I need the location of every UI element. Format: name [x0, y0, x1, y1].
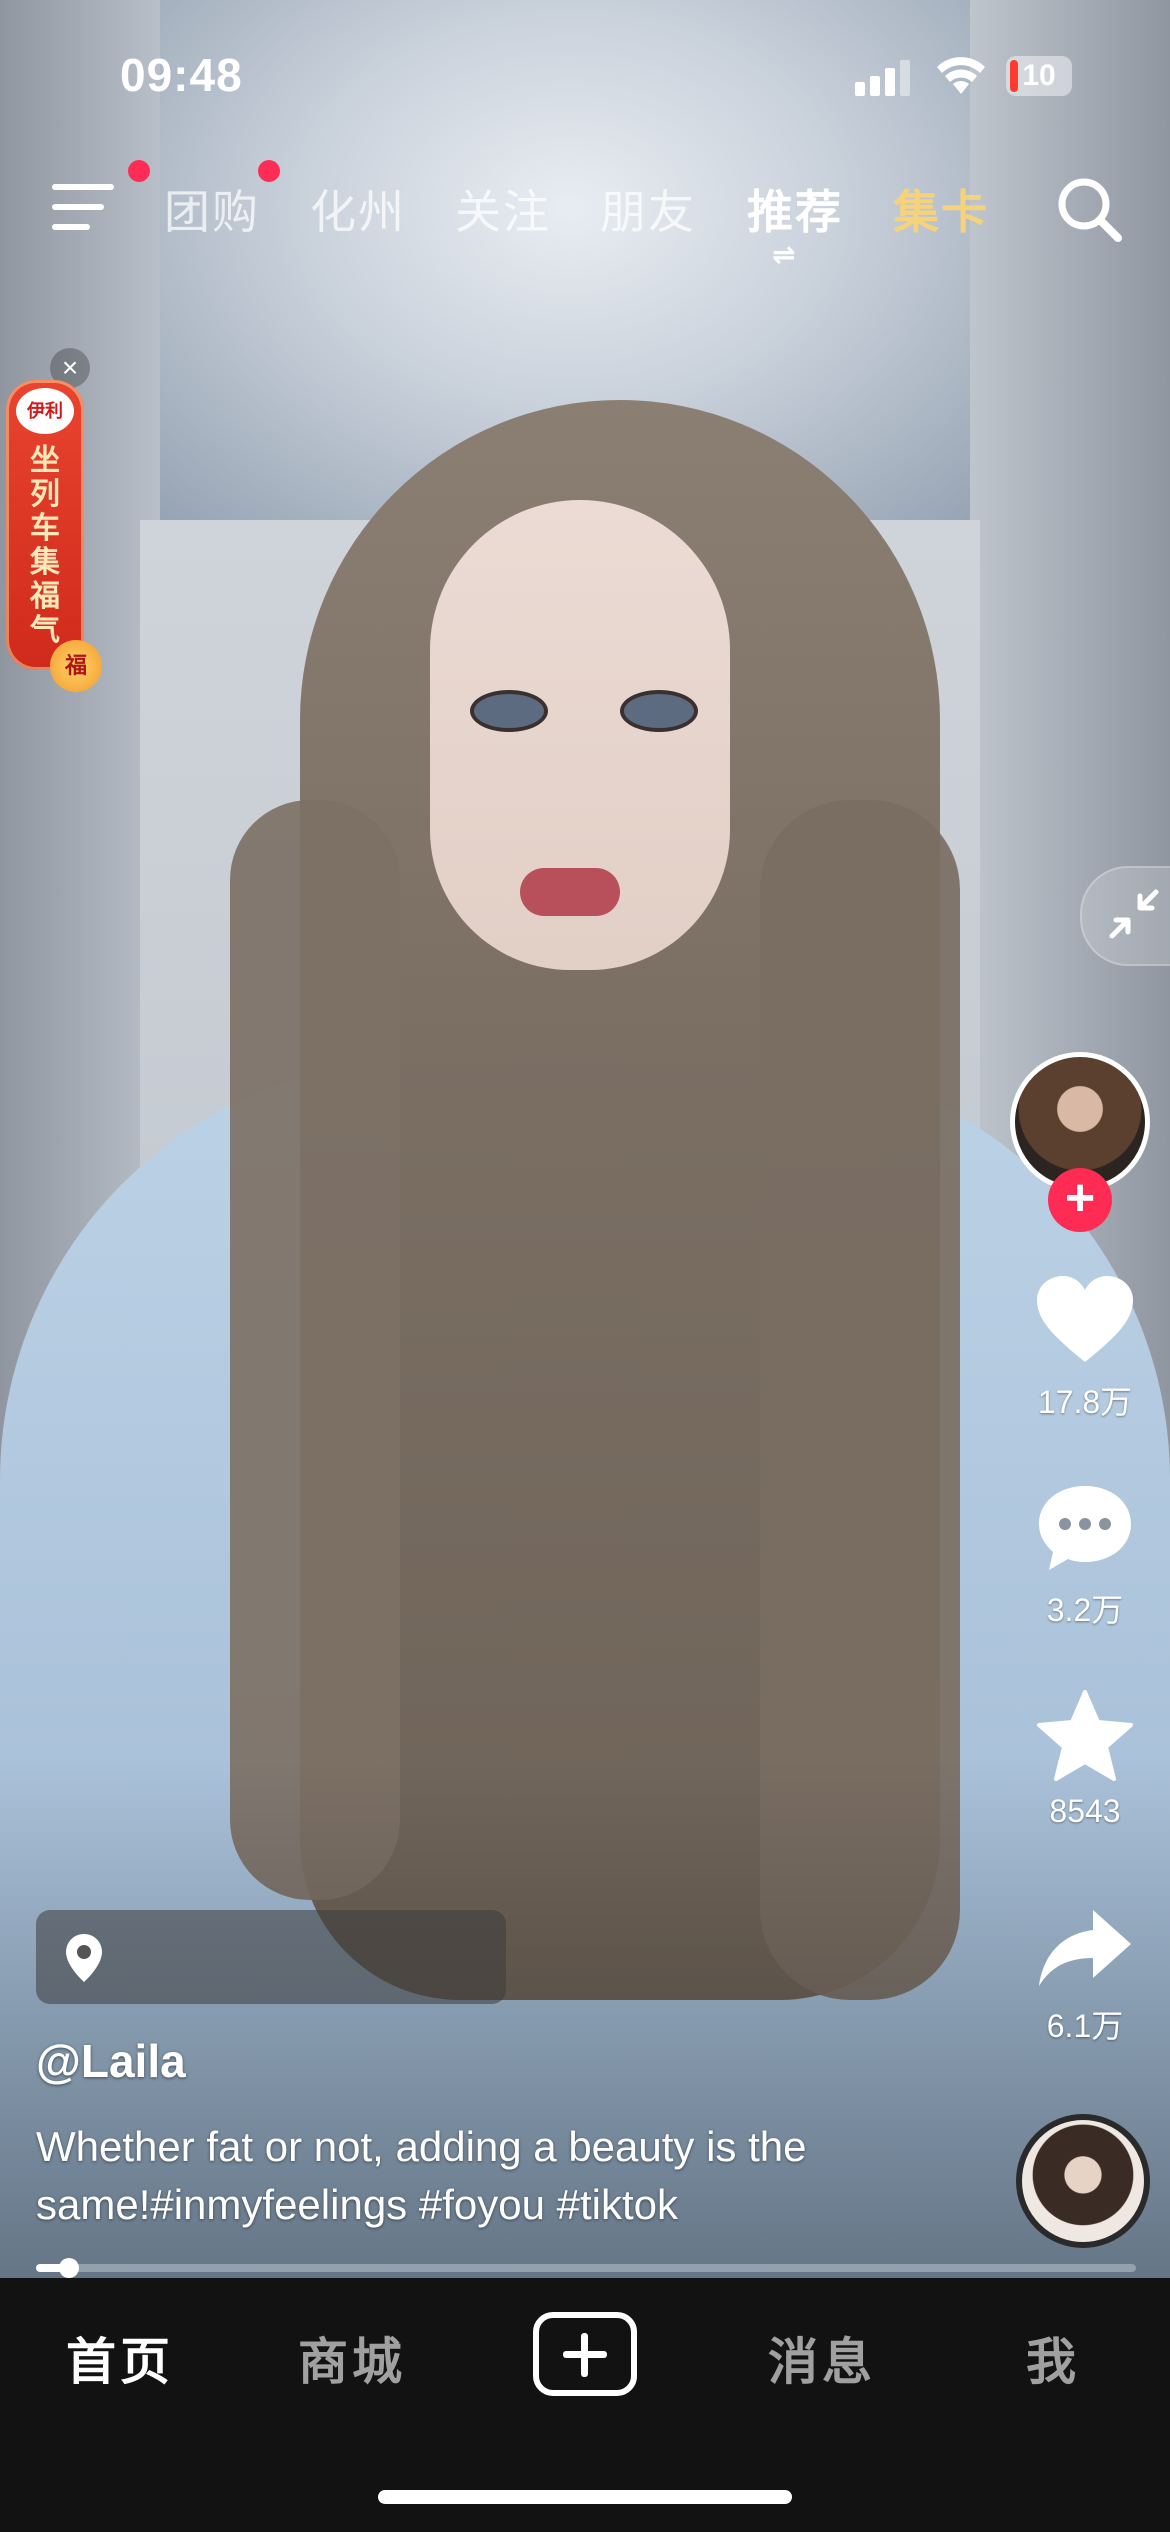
battery-icon: 10: [1006, 56, 1072, 96]
nav-mall[interactable]: 商城: [298, 2322, 406, 2394]
tab-following[interactable]: 关注: [455, 176, 551, 242]
favorite-count: 8543: [1049, 1793, 1121, 1829]
like-count: 17.8万: [1037, 1384, 1133, 1420]
music-disc[interactable]: [1016, 2114, 1150, 2248]
menu-icon[interactable]: [52, 184, 114, 234]
video-eye-left: [470, 690, 548, 732]
share-arrow-icon: [1039, 1910, 1131, 1986]
share-count: 6.1万: [1046, 2008, 1124, 2044]
nav-messages[interactable]: 消息: [768, 2322, 876, 2394]
follow-button[interactable]: +: [1048, 1168, 1112, 1232]
status-bar: 09:48 10: [0, 0, 1170, 150]
tab-local[interactable]: 化州: [310, 176, 406, 242]
tab-recommended[interactable]: 推荐: [747, 176, 843, 242]
location-pin-icon: [66, 1934, 102, 1982]
collapse-arrows-icon: [1109, 889, 1159, 939]
video-caption: Whether fat or not, adding a beauty is t…: [36, 2123, 807, 2228]
shrink-button[interactable]: [1080, 866, 1170, 966]
tab-collect-cards[interactable]: 集卡: [893, 176, 989, 242]
video-hair-left: [230, 800, 400, 1900]
video-lips: [520, 868, 620, 916]
video-progress-knob[interactable]: [59, 2258, 79, 2278]
promo-text: 坐列车集福气: [30, 444, 60, 647]
favorite-button[interactable]: 8543: [1020, 1690, 1150, 1830]
status-time: 09:48: [120, 49, 243, 101]
home-indicator: [378, 2490, 792, 2504]
swap-arrows-icon: ⇌: [772, 239, 796, 270]
comment-count: 3.2万: [1046, 1592, 1124, 1628]
menu-notification-dot: [128, 160, 150, 182]
battery-percent: 10: [1022, 59, 1056, 92]
create-button[interactable]: [533, 2312, 637, 2396]
nav-me[interactable]: 我: [1026, 2322, 1080, 2394]
tab-friends[interactable]: 朋友: [600, 176, 696, 242]
like-button[interactable]: 17.8万: [1020, 1274, 1150, 1423]
tab-group-buy-dot: [258, 160, 280, 182]
cellular-signal-icon: [855, 58, 911, 96]
search-icon[interactable]: [1054, 174, 1124, 244]
promo-fu-badge: 福: [50, 640, 102, 692]
share-button[interactable]: 6.1万: [1020, 1906, 1150, 2047]
location-tag[interactable]: [36, 1910, 506, 2004]
comment-button[interactable]: 3.2万: [1020, 1482, 1150, 1631]
comment-icon: [1039, 1486, 1131, 1570]
creator-username[interactable]: @Laila: [36, 2034, 186, 2088]
heart-icon: [1037, 1276, 1133, 1362]
video-eye-right: [620, 690, 698, 732]
promo-banner[interactable]: 伊利 坐列车集福气: [6, 380, 84, 670]
promo-logo: 伊利: [16, 388, 74, 434]
video-progress-bar[interactable]: [36, 2258, 1136, 2278]
wifi-icon: [937, 57, 985, 94]
nav-home[interactable]: 首页: [66, 2322, 174, 2394]
tab-group-buy[interactable]: 团购: [164, 176, 260, 242]
app-screen: 09:48 10 团购 化州 关注 朋友 推荐 ⇌ 集卡 × 伊利 坐列车集福气…: [0, 0, 1170, 2532]
star-icon: [1037, 1690, 1133, 1781]
